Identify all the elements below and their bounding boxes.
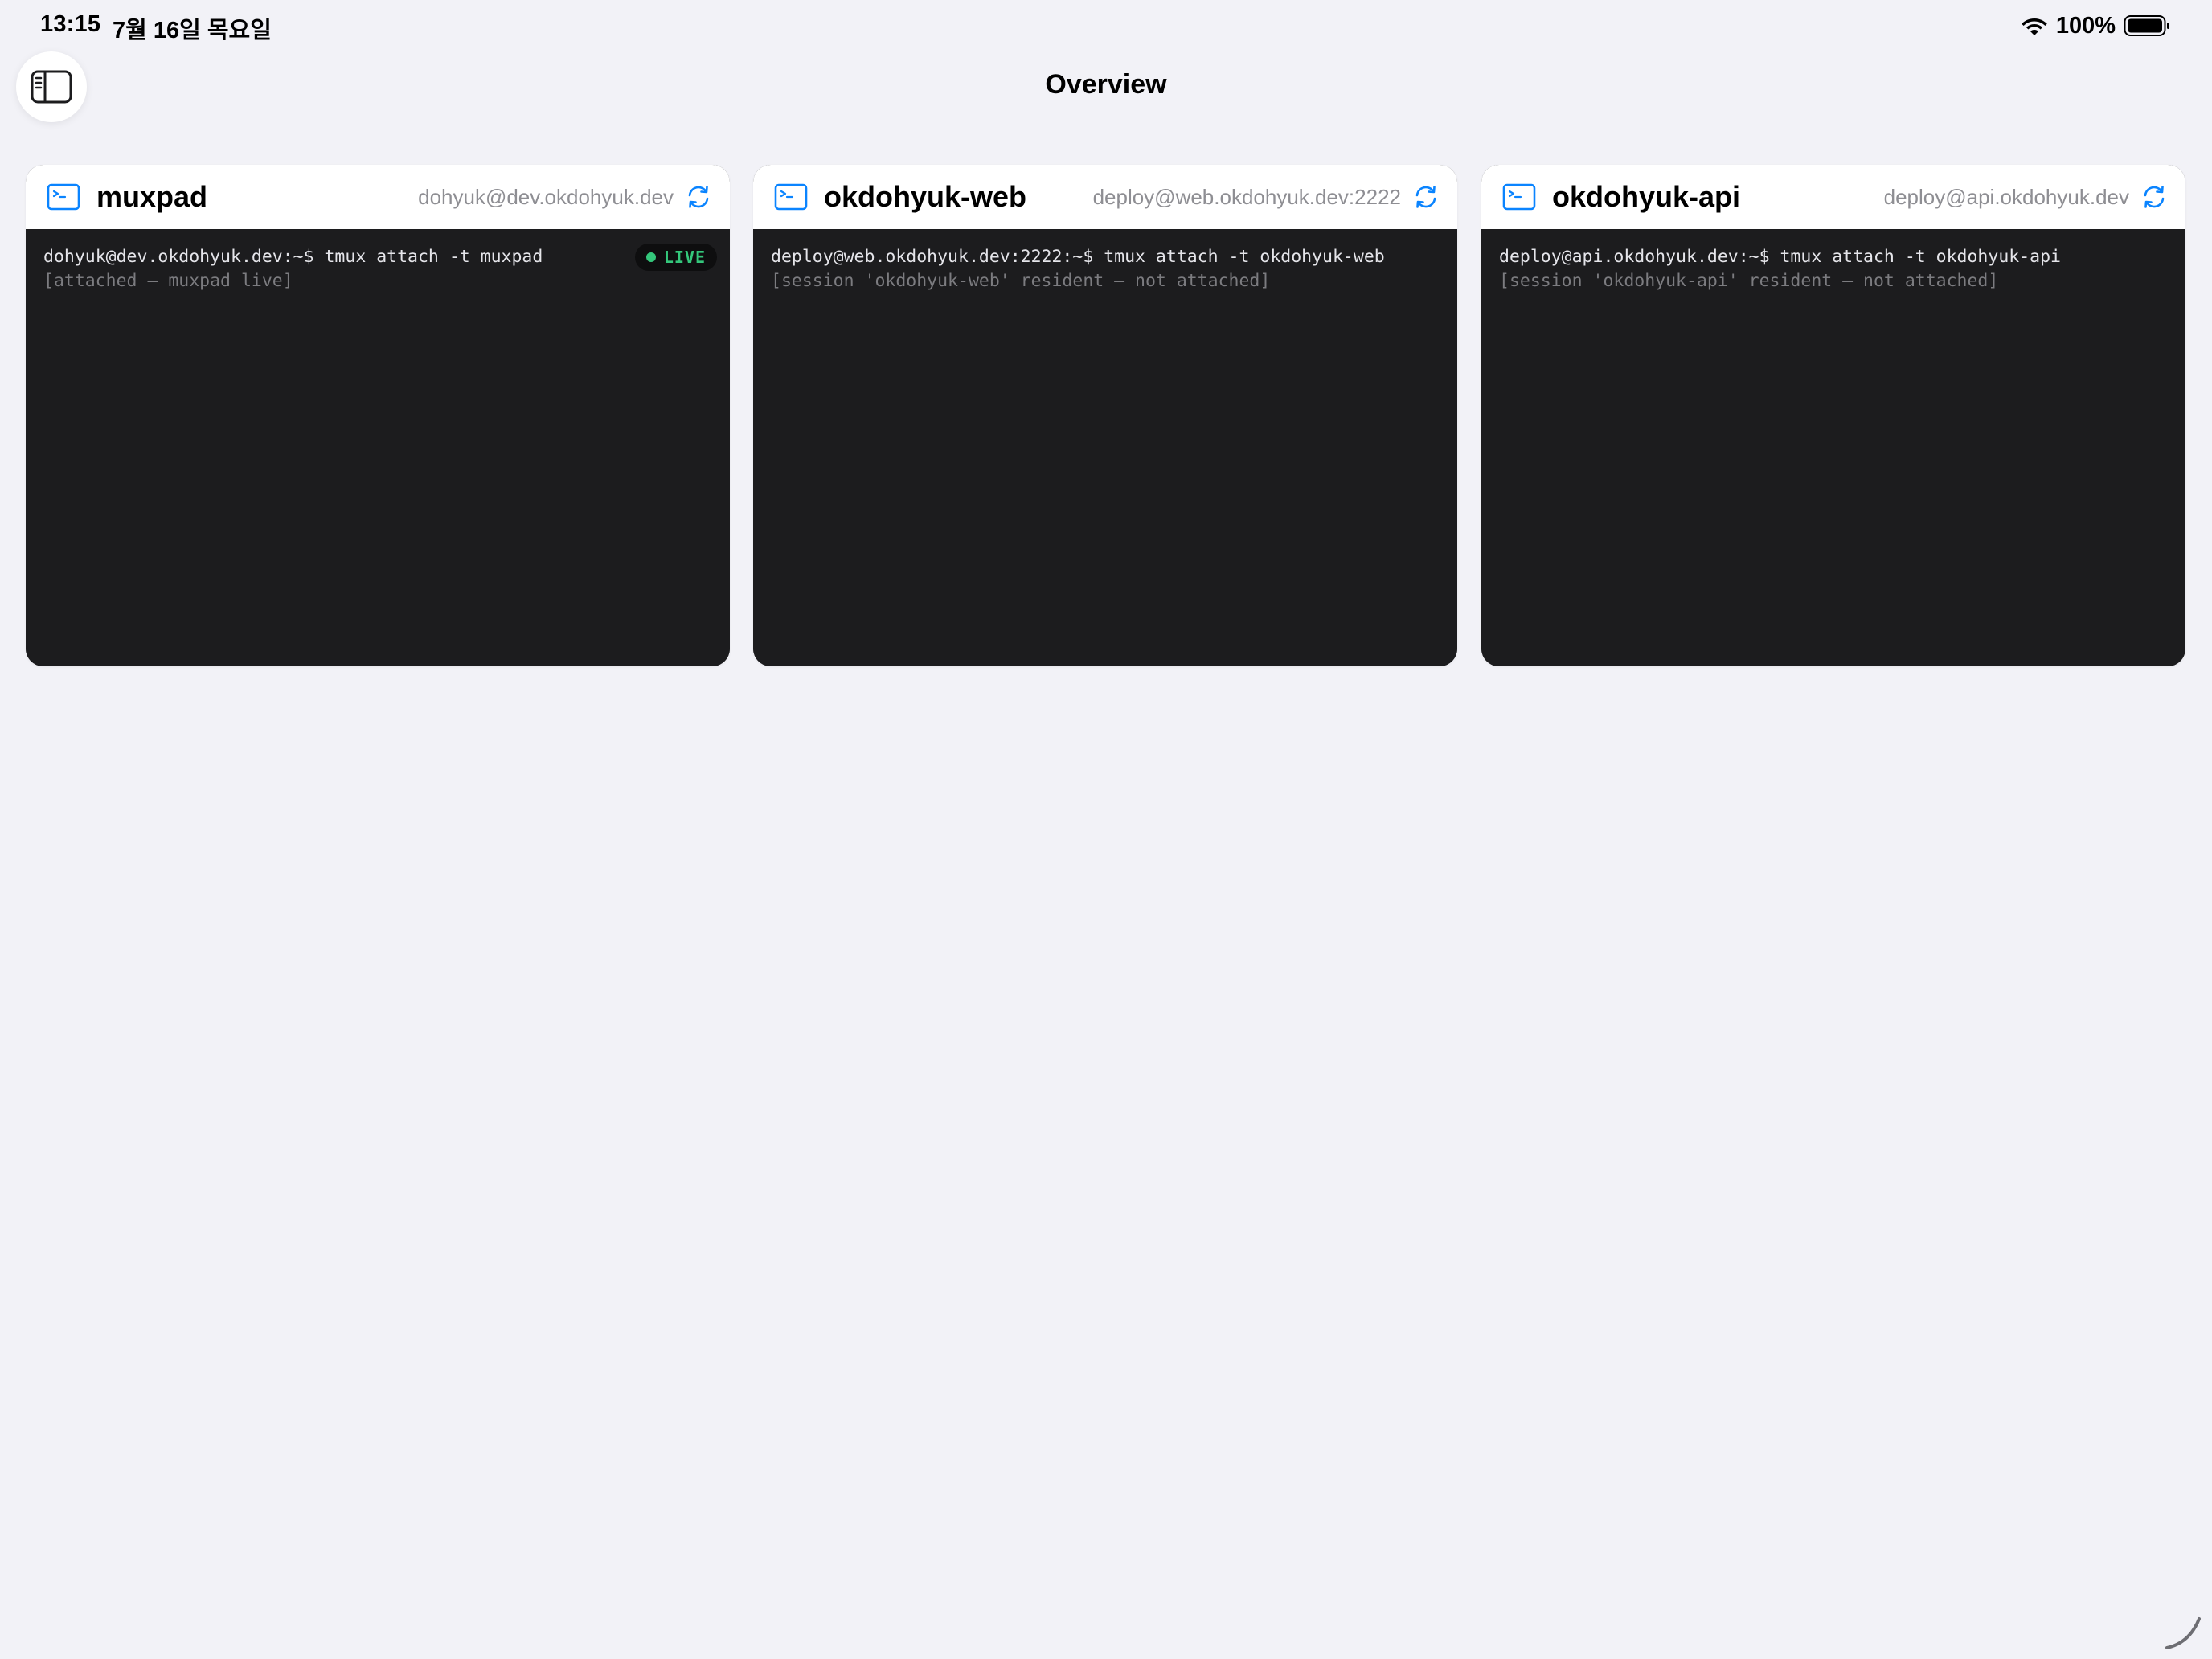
session-host: deploy@api.okdohyuk.dev [1883,184,2129,209]
refresh-icon[interactable] [685,183,712,211]
status-date: 7월 16일 목요일 [113,18,272,43]
session-card-header: muxpad dohyuk@dev.okdohyuk.dev [26,165,730,229]
terminal-icon [47,183,80,211]
live-dot-icon [645,252,656,262]
terminal-output[interactable]: deploy@web.okdohyuk.dev:2222:~$ tmux att… [753,229,1457,666]
overview-screen: 13:15 7월 16일 목요일 100% Overview muxpad do… [0,0,2212,1659]
session-name: okdohyuk-api [1552,180,1741,213]
battery-icon [2124,15,2169,36]
terminal-command-line: deploy@api.okdohyuk.dev:~$ tmux attach -… [1499,247,2061,267]
session-card-header: okdohyuk-api deploy@api.okdohyuk.dev [1481,165,2185,229]
live-badge: LIVE [634,244,717,271]
terminal-command-line: deploy@web.okdohyuk.dev:2222:~$ tmux att… [771,247,1385,267]
page-title: Overview [1045,69,1167,100]
terminal-status-line: [attached — muxpad live] [43,271,293,291]
terminal-status-line: [session 'okdohyuk-api' resident — not a… [1499,271,1999,291]
refresh-icon[interactable] [2140,183,2168,211]
status-indicators: 100% [2021,10,2170,42]
session-card-okdohyuk-web[interactable]: okdohyuk-web deploy@web.okdohyuk.dev:222… [753,165,1457,666]
status-bar: 13:15 7월 16일 목요일 100% [0,0,2212,51]
status-time: 13:15 [40,11,101,37]
session-name: okdohyuk-web [824,180,1027,213]
session-name: muxpad [96,180,208,213]
terminal-output[interactable]: deploy@api.okdohyuk.dev:~$ tmux attach -… [1481,229,2185,666]
session-card-okdohyuk-api[interactable]: okdohyuk-api deploy@api.okdohyuk.dev dep… [1481,165,2185,666]
terminal-command-line: dohyuk@dev.okdohyuk.dev:~$ tmux attach -… [43,247,543,267]
terminal-output[interactable]: dohyuk@dev.okdohyuk.dev:~$ tmux attach -… [26,229,730,666]
session-host: deploy@web.okdohyuk.dev:2222 [1092,184,1401,209]
wifi-icon [2022,18,2047,35]
live-badge-label: LIVE [663,248,706,267]
terminal-icon [1502,183,1536,211]
terminal-status-line: [session 'okdohyuk-web' resident — not a… [771,271,1271,291]
battery-percentage: 100% [2055,12,2116,39]
session-card-muxpad[interactable]: muxpad dohyuk@dev.okdohyuk.dev dohyuk@de… [26,165,730,666]
session-card-header: okdohyuk-web deploy@web.okdohyuk.dev:222… [753,165,1457,229]
corner-grabber-icon[interactable] [2161,1608,2206,1653]
refresh-icon[interactable] [1412,183,1440,211]
session-host: dohyuk@dev.okdohyuk.dev [418,184,674,209]
terminal-icon [774,183,808,211]
